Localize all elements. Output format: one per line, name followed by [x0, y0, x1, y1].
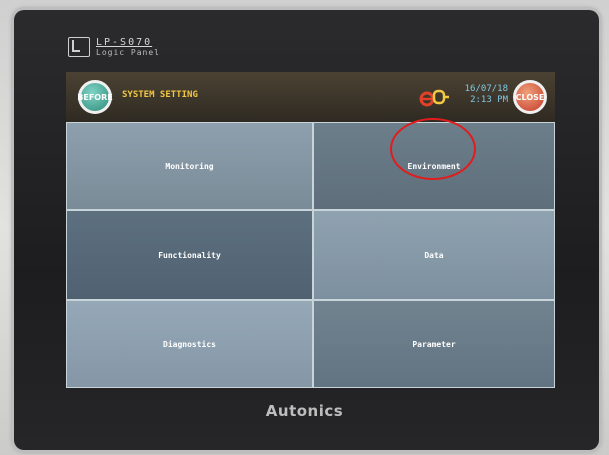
before-button-label: BEFORE: [77, 92, 113, 102]
title-bar: BEFORE SYSTEM SETTING 16/07/18 2:13 PM C…: [66, 72, 555, 122]
menu-diagnostics-button[interactable]: Diagnostics: [66, 300, 313, 388]
close-button-label: CLOSE: [515, 92, 545, 102]
logic-panel-logo-icon: [68, 37, 90, 57]
menu-monitoring-button[interactable]: Monitoring: [66, 122, 313, 210]
menu-parameter-button[interactable]: Parameter: [313, 300, 555, 388]
device-model-subtitle: Logic Panel: [96, 48, 160, 57]
menu-data-button[interactable]: Data: [313, 210, 555, 300]
brand-logo-text: Autonics: [265, 402, 344, 420]
menu-item-label: Functionality: [158, 250, 221, 260]
menu-item-label: Monitoring: [165, 161, 214, 171]
date-text: 16/07/18: [464, 84, 508, 94]
menu-functionality-button[interactable]: Functionality: [66, 210, 313, 300]
before-button[interactable]: BEFORE: [77, 80, 113, 114]
page-title: SYSTEM SETTING: [122, 90, 198, 100]
menu-item-label: Data: [424, 250, 444, 260]
settings-menu-grid: Monitoring Environment Functionality Dat…: [66, 122, 555, 388]
touch-screen: BEFORE SYSTEM SETTING 16/07/18 2:13 PM C…: [66, 72, 555, 388]
time-text: 2:13 PM: [470, 95, 508, 105]
network-status-icon: [419, 89, 449, 107]
highlight-circle-annotation: [390, 118, 476, 180]
menu-item-label: Parameter: [412, 339, 456, 349]
close-button[interactable]: CLOSE: [513, 80, 547, 114]
device-branding: LP-S070 Logic Panel: [68, 37, 178, 59]
device-model-title: LP-S070: [96, 37, 153, 48]
menu-item-label: Diagnostics: [163, 339, 216, 349]
date-time-display: 16/07/18 2:13 PM: [456, 84, 508, 106]
